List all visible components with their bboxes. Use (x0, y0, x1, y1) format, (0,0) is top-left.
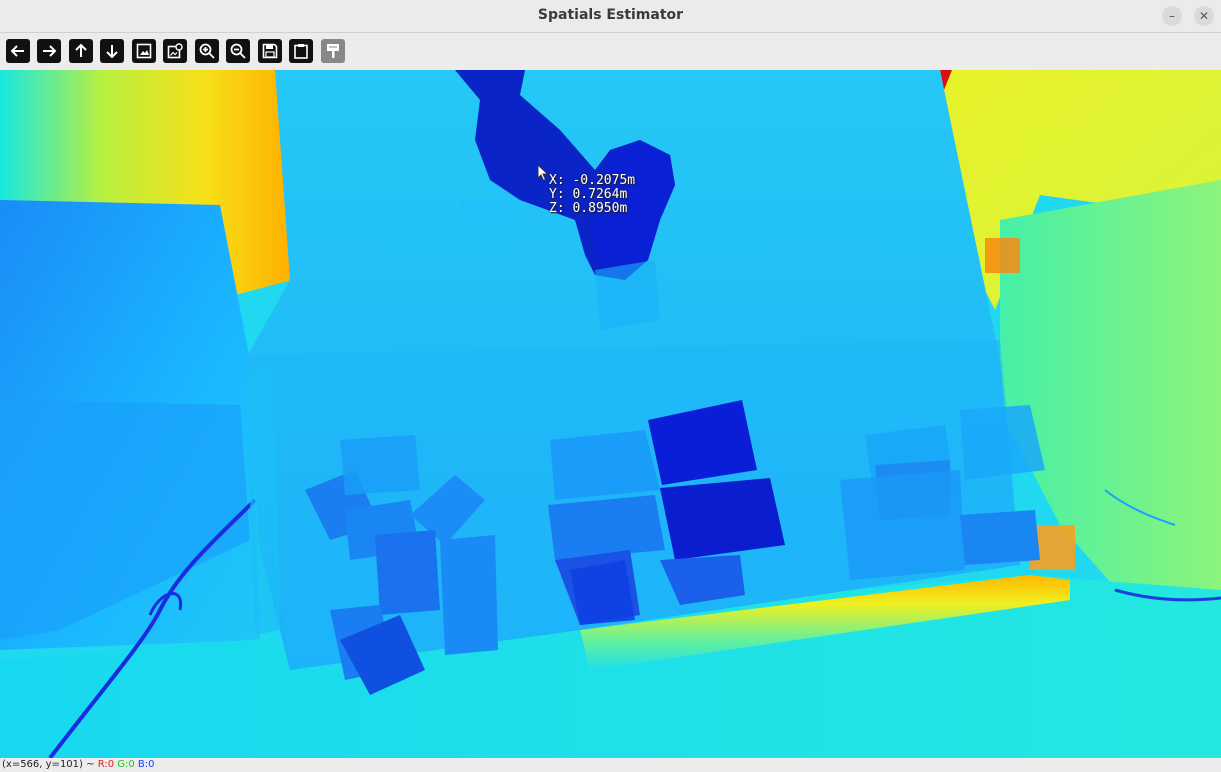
floppy-icon (262, 43, 278, 59)
image-icon (136, 43, 152, 59)
arrow-right-icon (43, 45, 57, 57)
arrow-left-icon (10, 45, 24, 57)
pan-left-button[interactable] (6, 39, 30, 63)
status-bar: (x=566, y=101) ~ R:0 G:0 B:0 (0, 758, 1221, 772)
toolbar (0, 33, 1221, 70)
image-zoom-icon (167, 43, 183, 59)
window-title: Spatials Estimator (537, 7, 684, 23)
pan-right-button[interactable] (37, 39, 61, 63)
close-button[interactable]: ✕ (1194, 6, 1214, 26)
properties-button[interactable] (321, 39, 345, 63)
save-button[interactable] (258, 39, 282, 63)
status-b: B:0 (137, 759, 155, 770)
pan-down-button[interactable] (100, 39, 124, 63)
readout-x: X: -0.2075m (549, 173, 636, 188)
status-r: R:0 (97, 759, 115, 770)
zoom-out-icon (230, 43, 246, 59)
title-bar: Spatials Estimator – ✕ (0, 0, 1221, 33)
arrow-up-icon (75, 43, 87, 57)
status-coords: (x=566, y=101) ~ (2, 759, 95, 770)
zoom-original-button[interactable] (132, 39, 156, 63)
minimize-button[interactable]: – (1162, 6, 1182, 26)
arrow-down-icon (106, 45, 118, 59)
brush-icon (327, 44, 339, 58)
status-g: G:0 (117, 759, 135, 770)
zoom-out-button[interactable] (226, 39, 250, 63)
copy-button[interactable] (289, 39, 313, 63)
clipboard-icon (294, 44, 308, 59)
depth-image-canvas[interactable]: X: -0.2075m Y: 0.7264m Z: 0.8950m (0, 70, 1221, 758)
mouse-cursor-icon (537, 164, 549, 182)
readout-z: Z: 0.8950m (549, 201, 628, 216)
pan-up-button[interactable] (69, 39, 93, 63)
zoom-in-button[interactable] (195, 39, 219, 63)
zoom-in-icon (199, 43, 215, 59)
readout-y: Y: 0.7264m (549, 187, 628, 202)
zoom-fit-button[interactable] (163, 39, 187, 63)
